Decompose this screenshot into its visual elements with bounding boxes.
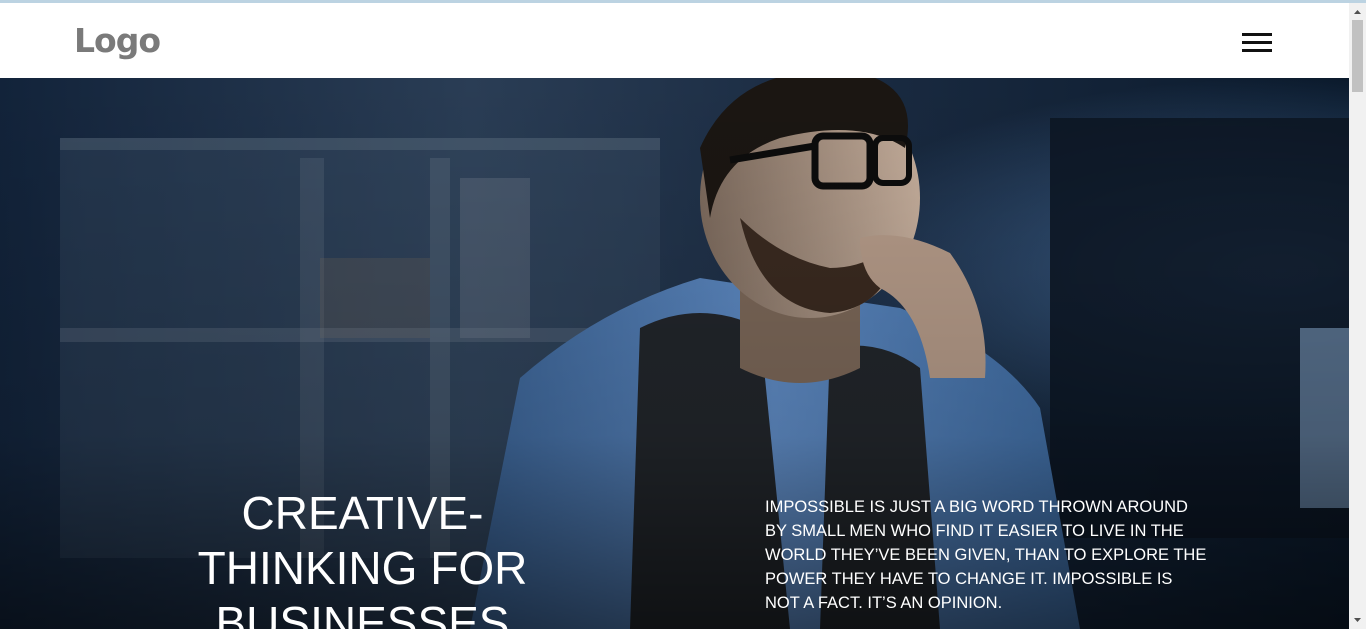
hero-quote: IMPOSSIBLE IS JUST A BIG WORD THROWN ARO…: [765, 498, 1207, 612]
menu-bar-bottom: [1242, 49, 1272, 52]
browser-viewport: Logo CREATIVE-THINKING FOR BUSINESSES IM…: [0, 0, 1366, 629]
hero-title: CREATIVE-THINKING FOR BUSINESSES: [197, 487, 528, 629]
site-logo[interactable]: Logo: [74, 21, 161, 61]
menu-bar-top: [1242, 33, 1272, 36]
scroll-down-arrow-icon[interactable]: [1349, 613, 1366, 627]
menu-bar-middle: [1242, 41, 1272, 44]
scrollbar-thumb[interactable]: [1352, 20, 1363, 92]
site-header: Logo: [0, 3, 1349, 78]
vertical-scrollbar[interactable]: [1349, 3, 1366, 629]
hamburger-menu-icon[interactable]: [1238, 27, 1276, 59]
scroll-up-arrow-icon[interactable]: [1349, 5, 1366, 19]
hero-section: CREATIVE-THINKING FOR BUSINESSES IMPOSSI…: [0, 78, 1349, 629]
